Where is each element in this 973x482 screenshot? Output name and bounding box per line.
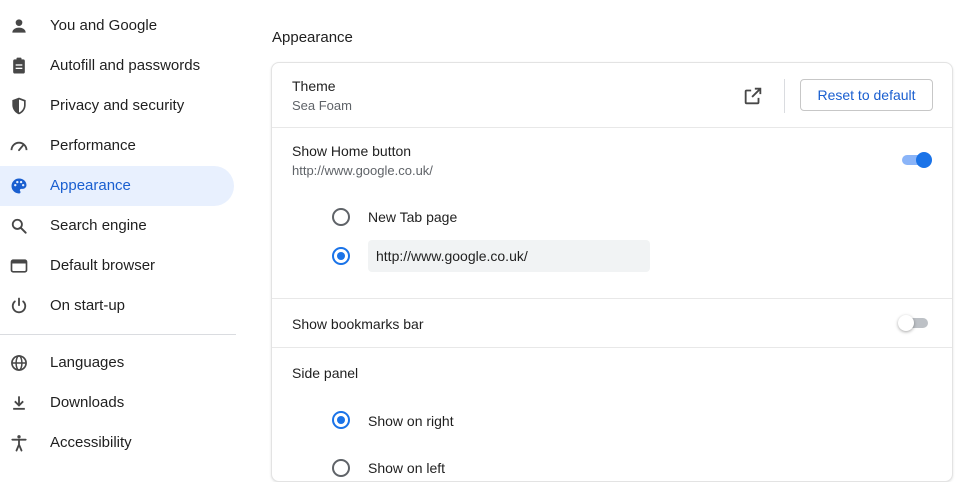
search-icon	[9, 216, 29, 236]
sidebar-item-autofill[interactable]: Autofill and passwords	[0, 46, 234, 86]
home-button-toggle[interactable]	[900, 150, 932, 170]
row-divider	[272, 298, 952, 299]
sidebar-item-performance[interactable]: Performance	[0, 126, 234, 166]
sidebar-item-you-and-google[interactable]: You and Google	[0, 6, 234, 46]
theme-value: Sea Foam	[292, 98, 352, 113]
sidebar-item-label: You and Google	[50, 17, 158, 34]
show-on-right-label: Show on right	[368, 413, 454, 429]
sidebar-item-label: Performance	[50, 137, 136, 154]
theme-label: Theme	[292, 78, 336, 94]
person-icon	[9, 16, 29, 36]
reset-to-default-button[interactable]: Reset to default	[800, 79, 933, 111]
power-icon	[9, 296, 29, 316]
sidebar-item-default-browser[interactable]: Default browser	[0, 246, 234, 286]
sidebar-item-label: Autofill and passwords	[50, 57, 201, 74]
sidebar-item-accessibility[interactable]: Accessibility	[0, 423, 234, 463]
bookmarks-bar-toggle[interactable]	[898, 313, 930, 333]
show-on-right-radio[interactable]	[332, 411, 350, 429]
section-title: Appearance	[272, 29, 353, 46]
browser-window-icon	[9, 256, 29, 276]
shield-icon	[9, 96, 29, 116]
accessibility-icon	[9, 433, 29, 453]
sidebar-item-on-startup[interactable]: On start-up	[0, 286, 234, 326]
new-tab-page-radio[interactable]	[332, 208, 350, 226]
side-panel-label: Side panel	[292, 365, 359, 381]
appearance-card: Theme Sea Foam Reset to default Show Hom…	[271, 62, 953, 482]
speedometer-icon	[9, 136, 29, 156]
sidebar-divider	[0, 334, 236, 335]
row-divider	[272, 347, 952, 348]
globe-icon	[9, 353, 29, 373]
open-in-new-icon[interactable]	[742, 85, 764, 107]
sidebar-item-label: Downloads	[50, 394, 125, 411]
sidebar-item-label: On start-up	[50, 297, 126, 314]
home-button-label: Show Home button	[292, 143, 412, 159]
sidebar-item-label: Default browser	[50, 257, 156, 274]
toggle-knob	[916, 152, 932, 168]
sidebar-item-search-engine[interactable]: Search engine	[0, 206, 234, 246]
download-icon	[9, 393, 29, 413]
sidebar-item-label: Languages	[50, 354, 125, 371]
sidebar-item-appearance[interactable]: Appearance	[0, 166, 234, 206]
home-button-url: http://www.google.co.uk/	[292, 163, 433, 178]
sidebar-item-label: Accessibility	[50, 434, 132, 451]
clipboard-icon	[9, 56, 29, 76]
show-on-left-radio[interactable]	[332, 459, 350, 477]
palette-icon	[9, 176, 29, 196]
home-url-input[interactable]	[368, 240, 650, 272]
sidebar-item-languages[interactable]: Languages	[0, 343, 234, 383]
new-tab-page-label: New Tab page	[368, 209, 458, 225]
sidebar-item-label: Privacy and security	[50, 97, 185, 114]
sidebar-item-label: Appearance	[50, 177, 131, 194]
toggle-knob	[898, 315, 914, 331]
custom-url-radio[interactable]	[332, 247, 350, 265]
vertical-divider	[784, 79, 785, 113]
row-divider	[272, 127, 952, 128]
show-on-left-label: Show on left	[368, 460, 446, 476]
settings-sidebar: You and Google Autofill and passwords Pr…	[0, 0, 240, 471]
sidebar-item-label: Search engine	[50, 217, 147, 234]
bookmarks-bar-label: Show bookmarks bar	[292, 316, 424, 332]
sidebar-item-downloads[interactable]: Downloads	[0, 383, 234, 423]
sidebar-item-privacy[interactable]: Privacy and security	[0, 86, 234, 126]
